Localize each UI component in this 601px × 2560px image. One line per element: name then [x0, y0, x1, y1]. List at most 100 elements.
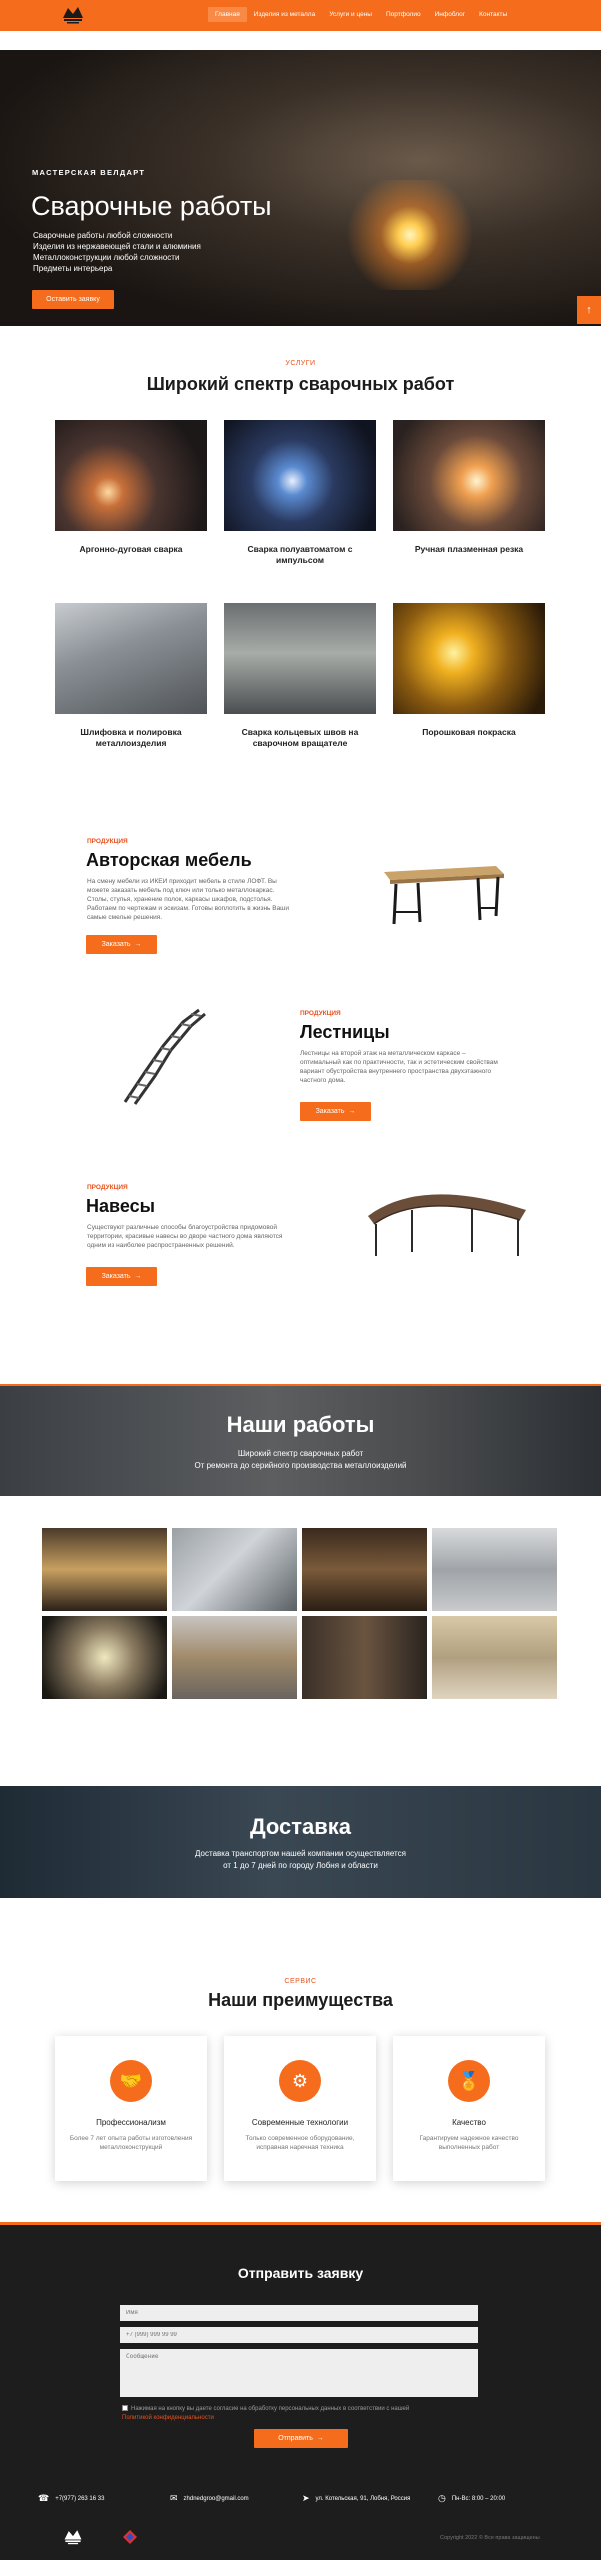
logo-icon[interactable] [60, 4, 86, 26]
advantages-tag: СЕРВИС [284, 1978, 317, 1985]
advantage-title: Профессионализм [96, 2118, 166, 2127]
gallery-image[interactable] [172, 1528, 297, 1611]
contact-address: ➤ ул. Котельская, 91, Лобня, Россия [302, 2493, 410, 2504]
form-title: Отправить заявку [237, 2265, 364, 2281]
order-button[interactable]: Заказать → [86, 1267, 157, 1286]
medal-icon: 🏅 [448, 2060, 490, 2102]
advantage-title: Качество [452, 2118, 486, 2127]
service-card[interactable]: Порошковая покраска [393, 603, 545, 738]
service-card[interactable]: Аргонно-дуговая сварка [55, 420, 207, 555]
product-tag: ПРОДУКЦИЯ [87, 1184, 128, 1191]
advantage-card: 🏅 Качество Гарантируем надежное качество… [393, 2036, 545, 2181]
contacts-bar: ☎ +7(977) 263 16 33 ✉ zhdnedgroo@gmail.com… [0, 2493, 601, 2513]
service-image [224, 420, 376, 531]
service-card[interactable]: Шлифовка и полировка металлоизделия [55, 603, 207, 749]
product-title: Авторская мебель [86, 850, 252, 870]
arrow-right-icon: → [348, 1108, 356, 1115]
service-image [55, 603, 207, 714]
consent-label: Нажимая на кнопку вы даете согласие на о… [131, 2406, 410, 2412]
nav-item-contacts[interactable]: Контакты [472, 7, 514, 22]
gallery-image[interactable] [302, 1528, 427, 1611]
services-title: Широкий спектр сварочных работ [146, 374, 455, 394]
privacy-policy-link[interactable]: Политикой конфиденциальности [122, 2415, 214, 2421]
mail-icon: ✉ [170, 2493, 178, 2503]
footer-bar: Copyright 2022 © Все права защищены [0, 2523, 601, 2553]
message-field[interactable] [120, 2349, 478, 2397]
service-card[interactable]: Ручная плазменная резка [393, 420, 545, 555]
arrow-right-icon: → [134, 941, 142, 948]
arrow-right-icon: → [134, 1273, 142, 1280]
site-header: Главная Изделия из металла Услуги и цены… [0, 0, 601, 31]
product-tag: ПРОДУКЦИЯ [87, 838, 128, 845]
canopy-image [368, 1194, 526, 1256]
service-image [224, 603, 376, 714]
address-text: ул. Котельская, 91, Лобня, Россия [315, 2495, 411, 2502]
product-text: На смену мебели из ИКЕИ приходит мебель … [87, 878, 290, 921]
contact-hours: ◷ Пн-Вс: 8:00 – 20:00 [438, 2493, 505, 2504]
arrow-right-icon: → [316, 2435, 324, 2442]
order-button-label: Заказать [101, 1273, 131, 1280]
advantage-card: ⚙ Современные технологии Только современ… [224, 2036, 376, 2181]
advantage-text: Более 7 лет опыта работы изготовления ме… [69, 2135, 193, 2151]
nav-item-products[interactable]: Изделия из металла [247, 7, 322, 22]
gallery-image[interactable] [172, 1616, 297, 1699]
contact-phone[interactable]: ☎ +7(977) 263 16 33 [38, 2493, 104, 2504]
consent-checkbox[interactable] [122, 2405, 128, 2412]
order-button[interactable]: Заказать → [300, 1102, 371, 1121]
main-nav: Главная Изделия из металла Услуги и цены… [208, 7, 514, 22]
service-label: Сварка полуавтоматом с импульсом [247, 544, 353, 565]
copyright: Copyright 2022 © Все права защищены [440, 2535, 540, 2541]
location-arrow-icon: ➤ [302, 2493, 310, 2503]
nav-item-blog[interactable]: Инфоблог [428, 7, 473, 22]
hero-list-item: Сварочные работы любой сложности [33, 231, 173, 240]
hours-text: Пн-Вс: 8:00 – 20:00 [451, 2495, 506, 2502]
nav-item-services[interactable]: Услуги и цены [322, 7, 379, 22]
product-text: Существуют различные способы благоустрой… [87, 1224, 283, 1249]
service-label: Сварка кольцевых швов на сварочном враща… [241, 727, 359, 748]
gallery-image[interactable] [42, 1616, 167, 1699]
hero-list: Сварочные работы любой сложности Изделия… [33, 230, 201, 274]
partner-badge-icon [123, 2530, 137, 2544]
hero-welding-sparks [330, 180, 490, 290]
nav-item-home[interactable]: Главная [208, 7, 247, 22]
hero-section: МАСТЕРСКАЯ ВЕЛДАРТ Сварочные работы Свар… [0, 50, 601, 326]
advantage-card: 🤝 Профессионализм Более 7 лет опыта рабо… [55, 2036, 207, 2181]
gear-icon: ⚙ [279, 2060, 321, 2102]
service-label: Шлифовка и полировка металлоизделия [80, 727, 182, 748]
gallery-image[interactable] [432, 1528, 557, 1611]
footer-logo-icon[interactable] [62, 2527, 84, 2547]
service-card[interactable]: Сварка кольцевых швов на сварочном враща… [224, 603, 376, 749]
service-label: Аргонно-дуговая сварка [79, 544, 183, 554]
order-button-label: Заказать [315, 1108, 345, 1115]
table-image [384, 866, 504, 925]
hero-list-item: Предметы интерьера [33, 264, 113, 273]
email-text: zhdnedgroo@gmail.com [183, 2495, 249, 2502]
staircase-image [123, 1008, 206, 1105]
name-field[interactable] [120, 2305, 478, 2321]
advantage-text: Только современное оборудование, исправн… [245, 2135, 355, 2151]
gallery-image[interactable] [302, 1616, 427, 1699]
product-tag: ПРОДУКЦИЯ [300, 1010, 341, 1017]
gallery-image[interactable] [42, 1528, 167, 1611]
advantage-text: Гарантируем надежное качество выполненны… [419, 2135, 519, 2151]
service-image [55, 420, 207, 531]
advantages-title: Наши преимущества [208, 1990, 393, 2010]
scroll-up-icon[interactable]: ↑ [577, 296, 601, 324]
submit-button-label: Отправить [278, 2435, 313, 2442]
service-card[interactable]: Сварка полуавтоматом с импульсом [224, 420, 376, 566]
consent-text: Нажимая на кнопку вы даете согласие на о… [122, 2405, 482, 2423]
gallery-image[interactable] [432, 1616, 557, 1699]
hero-request-button[interactable]: Оставить заявку [32, 290, 114, 309]
service-label: Порошковая покраска [422, 727, 516, 737]
order-button-label: Заказать [101, 941, 131, 948]
product-title: Лестницы [300, 1022, 390, 1042]
phone-field[interactable] [120, 2327, 478, 2343]
nav-item-portfolio[interactable]: Портфолио [379, 7, 428, 22]
services-tag: УСЛУГИ [285, 360, 316, 367]
works-line: Широкий спектр сварочных работ [237, 1449, 364, 1458]
delivery-line: от 1 до 7 дней по городу Лобня и области [223, 1861, 378, 1870]
contact-email[interactable]: ✉ zhdnedgroo@gmail.com [170, 2493, 249, 2504]
order-button[interactable]: Заказать → [86, 935, 157, 954]
submit-button[interactable]: Отправить → [254, 2429, 348, 2448]
delivery-line: Доставка транспортом нашей компании осущ… [195, 1849, 406, 1858]
